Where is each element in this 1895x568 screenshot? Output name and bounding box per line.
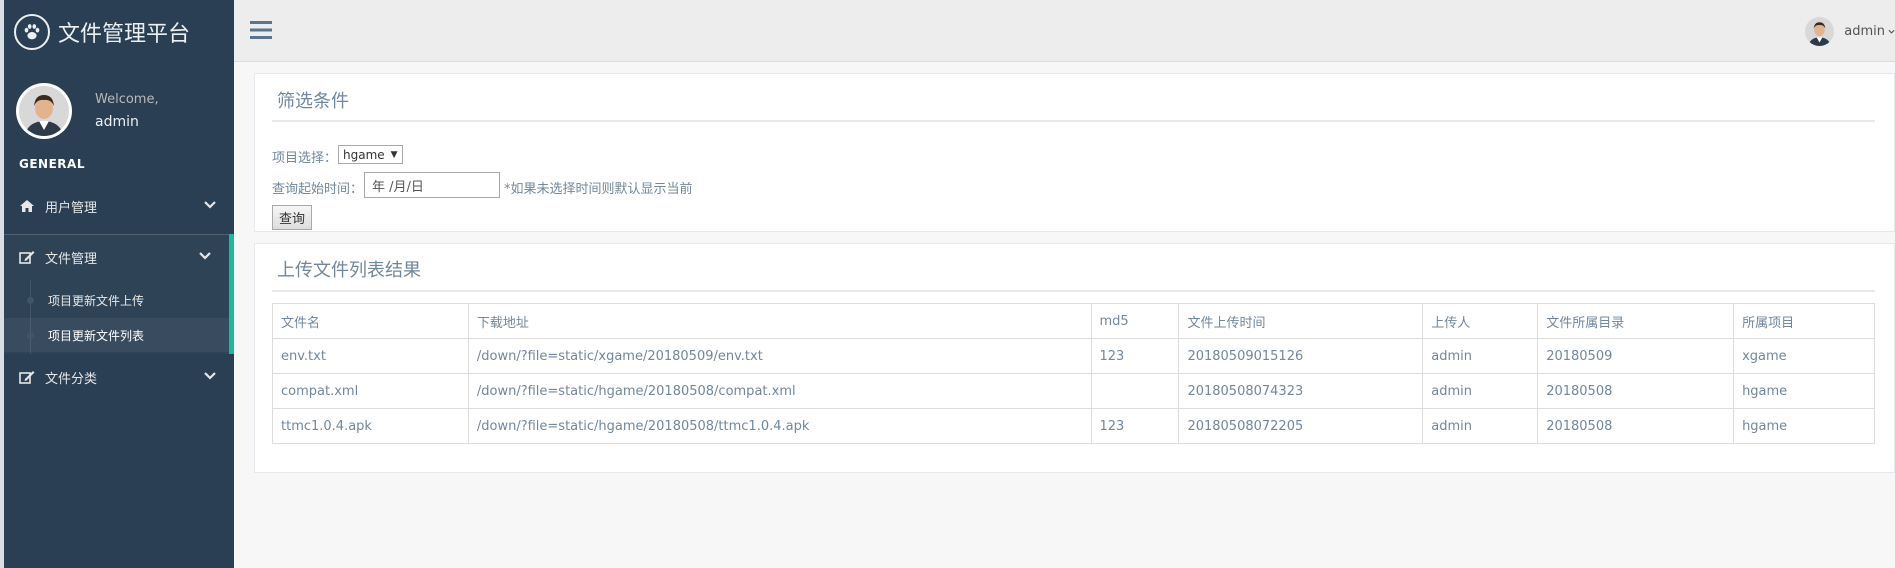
chevron-down-icon xyxy=(204,199,216,214)
table-cell-upload-time: 20180509015126 xyxy=(1178,338,1424,374)
table-cell-download-url[interactable]: /down/?file=static/xgame/20180509/env.tx… xyxy=(467,338,1092,374)
table-cell-directory: 20180509 xyxy=(1537,338,1735,374)
table-cell-md5: 123 xyxy=(1090,408,1180,444)
paw-icon xyxy=(14,14,50,50)
table-cell-upload-time: 20180508074323 xyxy=(1178,373,1424,409)
table-cell-download-url[interactable]: /down/?file=static/hgame/20180508/compat… xyxy=(467,373,1092,409)
brand[interactable]: 文件管理平台 xyxy=(4,0,234,64)
table-cell-filename: compat.xml xyxy=(272,373,469,409)
divider xyxy=(272,120,1875,122)
panel-title: 上传文件列表结果 xyxy=(277,260,421,281)
table-cell-project: xgame xyxy=(1733,338,1875,374)
table-cell-project: hgame xyxy=(1733,373,1875,409)
sidebar-subitem-file-list[interactable]: 项目更新文件列表 xyxy=(4,318,229,352)
sidebar-item-file-category[interactable]: 文件分类 xyxy=(4,354,234,400)
date-input-placeholder: 年 /月/日 xyxy=(372,179,424,195)
avatar xyxy=(16,83,72,139)
sidebar-item-label: 用户管理 xyxy=(45,200,98,216)
table-cell-md5: 123 xyxy=(1090,338,1180,374)
table-cell-download-url[interactable]: /down/?file=static/hgame/20180508/ttmc1.… xyxy=(467,408,1092,444)
date-label: 查询起始时间： xyxy=(272,182,364,197)
welcome-text: Welcome, xyxy=(95,92,159,107)
menu-section-title: GENERAL xyxy=(19,157,85,171)
avatar xyxy=(1805,17,1835,46)
file-list-table: 文件名 下载地址 md5 文件上传时间 上传人 文件所属目录 所属项目 env.… xyxy=(272,303,1875,444)
column-header: md5 xyxy=(1090,303,1180,339)
sidebar-item-user-management[interactable]: 用户管理 xyxy=(4,183,234,229)
sidebar-item-file-management[interactable]: 文件管理 xyxy=(4,234,234,280)
profile: Welcome, admin xyxy=(4,64,234,150)
project-select[interactable]: hgame ▼ xyxy=(338,145,403,164)
results-panel: 上传文件列表结果 文件名 下载地址 md5 文件上传时间 上传人 文件所属目录 … xyxy=(254,243,1895,473)
table-cell-directory: 20180508 xyxy=(1537,408,1735,444)
home-icon xyxy=(19,199,39,213)
sidebar-subitem-upload[interactable]: 项目更新文件上传 xyxy=(4,283,229,317)
project-select-label: 项目选择： xyxy=(272,151,338,166)
bullet-dot xyxy=(27,332,34,339)
table-cell-uploader: admin xyxy=(1422,338,1539,374)
sidebar-subitem-label: 项目更新文件列表 xyxy=(48,328,145,343)
table-row: compat.xml /down/?file=static/hgame/2018… xyxy=(272,373,1875,409)
project-select-value: hgame xyxy=(343,147,385,162)
chevron-down-icon xyxy=(1888,24,1895,39)
profile-name: admin xyxy=(95,114,139,130)
column-header: 文件名 xyxy=(272,303,469,339)
table-cell-project: hgame xyxy=(1733,408,1875,444)
brand-title: 文件管理平台 xyxy=(58,22,191,47)
dropdown-arrow-icon: ▼ xyxy=(390,149,398,160)
sidebar-item-label: 文件分类 xyxy=(45,371,98,387)
top-nav: admin xyxy=(234,0,1895,62)
bullet-dot xyxy=(27,297,34,304)
table-row: env.txt /down/?file=static/xgame/2018050… xyxy=(272,338,1875,374)
table-header-row: 文件名 下载地址 md5 文件上传时间 上传人 文件所属目录 所属项目 xyxy=(272,303,1875,339)
user-menu[interactable]: admin xyxy=(1805,17,1895,46)
column-header: 下载地址 xyxy=(467,303,1092,339)
table-cell-directory: 20180508 xyxy=(1537,373,1735,409)
table-row: ttmc1.0.4.apk /down/?file=static/hgame/2… xyxy=(272,408,1875,444)
chevron-down-icon xyxy=(199,250,211,265)
table-cell-uploader: admin xyxy=(1422,373,1539,409)
column-header: 文件上传时间 xyxy=(1178,303,1424,339)
sidebar: 文件管理平台 Welcome, admin GENERAL 用户管理 文件管理 … xyxy=(4,0,234,568)
table-cell-uploader: admin xyxy=(1422,408,1539,444)
column-header: 文件所属目录 xyxy=(1537,303,1735,339)
divider xyxy=(272,290,1875,292)
edit-icon xyxy=(19,370,39,384)
edit-icon xyxy=(19,250,39,264)
sidebar-item-label: 文件管理 xyxy=(45,251,98,267)
table-cell-md5 xyxy=(1090,373,1180,409)
menu-toggle-icon[interactable] xyxy=(250,20,272,44)
table-cell-filename: ttmc1.0.4.apk xyxy=(272,408,469,444)
user-name: admin xyxy=(1844,24,1885,39)
date-input[interactable]: 年 /月/日 xyxy=(364,172,500,198)
query-button[interactable]: 查询 xyxy=(272,205,313,230)
table-cell-filename: env.txt xyxy=(272,338,469,374)
chevron-down-icon xyxy=(204,370,216,385)
panel-title: 筛选条件 xyxy=(277,91,349,112)
column-header: 上传人 xyxy=(1422,303,1539,339)
table-cell-upload-time: 20180508072205 xyxy=(1178,408,1424,444)
file-management-submenu: 项目更新文件上传 项目更新文件列表 xyxy=(4,280,234,354)
filter-panel: 筛选条件 项目选择： hgame ▼ 查询起始时间： 年 /月/日 *如果未选择… xyxy=(254,73,1895,232)
sidebar-subitem-label: 项目更新文件上传 xyxy=(48,293,145,308)
column-header: 所属项目 xyxy=(1733,303,1875,339)
date-hint: *如果未选择时间则默认显示当前 xyxy=(504,182,693,197)
